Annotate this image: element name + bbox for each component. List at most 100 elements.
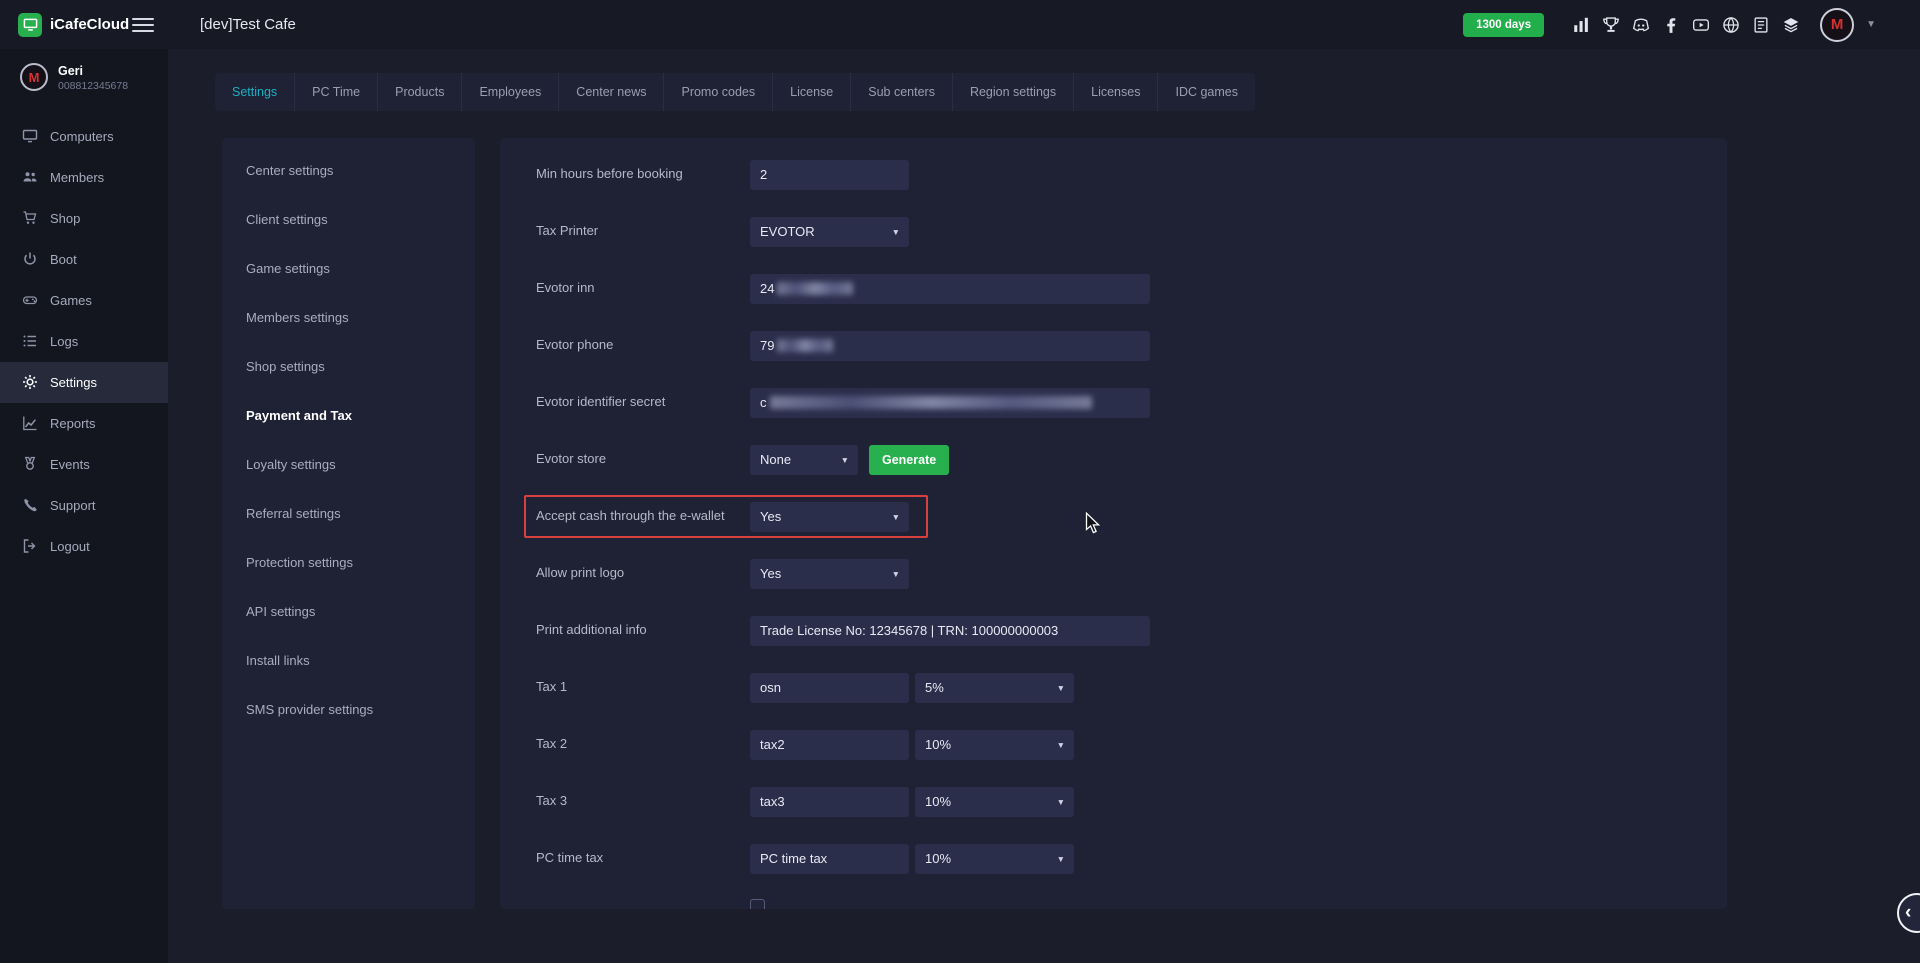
tab-sub-centers[interactable]: Sub centers <box>851 73 953 111</box>
account-avatar[interactable]: M <box>1820 8 1854 42</box>
tab-idc-games[interactable]: IDC games <box>1158 73 1255 111</box>
tab-region-settings[interactable]: Region settings <box>953 73 1074 111</box>
tax-3-input[interactable] <box>750 787 909 817</box>
trophy-icon[interactable] <box>1602 16 1620 34</box>
settings-nav-shop-settings[interactable]: Shop settings <box>222 342 475 391</box>
chevron-down-icon: ▼ <box>1057 740 1065 750</box>
pos-icon[interactable] <box>1752 16 1770 34</box>
settings-nav-install-links[interactable]: Install links <box>222 636 475 685</box>
sidebar-item-label: Settings <box>50 375 97 390</box>
field-label: Tax 1 <box>536 679 750 696</box>
settings-nav-referral-settings[interactable]: Referral settings <box>222 489 475 538</box>
sidebar-item-label: Shop <box>50 211 80 226</box>
user-block[interactable]: M Geri 008812345678 <box>0 49 168 102</box>
field-label: Allow print logo <box>536 565 750 582</box>
sidebar-item-logs[interactable]: Logs <box>0 321 168 362</box>
sidebar-item-shop[interactable]: Shop <box>0 198 168 239</box>
checkbox-partial[interactable] <box>750 899 765 909</box>
evotor-inn-input[interactable]: 24 <box>750 274 1150 304</box>
evotor-identifier-secret-input[interactable]: c <box>750 388 1150 418</box>
form-row-tax-1: Tax 1 5%▼ <box>500 659 1727 716</box>
visible-prefix: 24 <box>760 281 774 296</box>
field-label: Tax Printer <box>536 223 750 240</box>
form-row-pc-time-tax: PC time tax10%▼ <box>500 830 1727 887</box>
field-label: Tax 3 <box>536 793 750 810</box>
members-icon <box>22 169 38 185</box>
visible-prefix: c <box>760 395 767 410</box>
sidebar-item-games[interactable]: Games <box>0 280 168 321</box>
tab-license[interactable]: License <box>773 73 851 111</box>
selected-value: 10% <box>925 794 951 809</box>
settings-nav-client-settings[interactable]: Client settings <box>222 195 475 244</box>
sidebar-item-events[interactable]: Events <box>0 444 168 485</box>
tax-1-input[interactable] <box>750 673 909 703</box>
settings-nav-panel: Center settingsClient settingsGame setti… <box>222 138 475 909</box>
license-days-badge[interactable]: 1300 days <box>1463 13 1544 37</box>
tax-2-input[interactable] <box>750 730 909 760</box>
sidebar-item-label: Games <box>50 293 92 308</box>
form-row-evotor-store: Evotor storeNone▼Generate <box>500 431 1727 488</box>
chevron-down-icon: ▼ <box>841 455 849 465</box>
sidebar-item-settings[interactable]: Settings <box>0 362 168 403</box>
settings-nav-payment-and-tax[interactable]: Payment and Tax <box>222 391 475 440</box>
tab-settings[interactable]: Settings <box>215 73 295 111</box>
min-hours-before-booking-input[interactable] <box>750 160 909 190</box>
sidebar-nav: Computers Members Shop Boot Games Logs Setting… <box>0 116 168 567</box>
payment-tax-form: Min hours before bookingTax PrinterEVOTO… <box>500 138 1727 909</box>
settings-nav-loyalty-settings[interactable]: Loyalty settings <box>222 440 475 489</box>
reports-icon <box>22 415 38 431</box>
youtube-icon[interactable] <box>1692 16 1710 34</box>
settings-nav-game-settings[interactable]: Game settings <box>222 244 475 293</box>
tab-products[interactable]: Products <box>378 73 462 111</box>
generate-button[interactable]: Generate <box>869 445 949 475</box>
tax-3-select[interactable]: 10%▼ <box>915 787 1074 817</box>
form-row-evotor-phone: Evotor phone79 <box>500 317 1727 374</box>
logs-icon <box>22 333 38 349</box>
settings-nav-protection-settings[interactable]: Protection settings <box>222 538 475 587</box>
allow-print-logo-select[interactable]: Yes▼ <box>750 559 909 589</box>
tab-center-news[interactable]: Center news <box>559 73 664 111</box>
tax-2-select[interactable]: 10%▼ <box>915 730 1074 760</box>
print-additional-info-input[interactable] <box>750 616 1150 646</box>
sidebar-item-reports[interactable]: Reports <box>0 403 168 444</box>
accept-cash-through-the-e-wallet-select[interactable]: Yes▼ <box>750 502 909 532</box>
selected-value: 5% <box>925 680 944 695</box>
tab-licenses[interactable]: Licenses <box>1074 73 1158 111</box>
settings-nav-sms-provider-settings[interactable]: SMS provider settings <box>222 685 475 734</box>
settings-nav-center-settings[interactable]: Center settings <box>222 146 475 195</box>
pc-time-tax-input[interactable] <box>750 844 909 874</box>
tabs-bar: SettingsPC TimeProductsEmployeesCenter n… <box>215 73 1255 111</box>
sidebar-item-label: Members <box>50 170 104 185</box>
facebook-icon[interactable] <box>1662 16 1680 34</box>
settings-nav-members-settings[interactable]: Members settings <box>222 293 475 342</box>
sidebar-item-label: Computers <box>50 129 114 144</box>
visible-prefix: 79 <box>760 338 774 353</box>
pc-time-tax-select[interactable]: 10%▼ <box>915 844 1074 874</box>
settings-nav-api-settings[interactable]: API settings <box>222 587 475 636</box>
games-icon <box>22 292 38 308</box>
field-label: Tax 2 <box>536 736 750 753</box>
layers-icon[interactable] <box>1782 16 1800 34</box>
chevron-left-icon: ‹ <box>1905 902 1911 924</box>
evotor-store-select[interactable]: None▼ <box>750 445 858 475</box>
sidebar-item-logout[interactable]: Logout <box>0 526 168 567</box>
sidebar-item-members[interactable]: Members <box>0 157 168 198</box>
boot-icon <box>22 251 38 267</box>
stats-icon[interactable] <box>1572 16 1590 34</box>
sidebar-item-support[interactable]: Support <box>0 485 168 526</box>
tab-employees[interactable]: Employees <box>462 73 559 111</box>
tab-pc-time[interactable]: PC Time <box>295 73 378 111</box>
form-row-tax-3: Tax 3 10%▼ <box>500 773 1727 830</box>
tax-printer-select[interactable]: EVOTOR▼ <box>750 217 909 247</box>
sidebar-item-boot[interactable]: Boot <box>0 239 168 280</box>
brand[interactable]: iCafeCloud <box>0 13 132 37</box>
account-chevron-down-icon[interactable]: ▼ <box>1866 19 1876 30</box>
events-icon <box>22 456 38 472</box>
sidebar-item-computers[interactable]: Computers <box>0 116 168 157</box>
globe-icon[interactable] <box>1722 16 1740 34</box>
menu-icon[interactable] <box>132 16 154 34</box>
evotor-phone-input[interactable]: 79 <box>750 331 1150 361</box>
tab-promo-codes[interactable]: Promo codes <box>664 73 773 111</box>
discord-icon[interactable] <box>1632 16 1650 34</box>
tax-1-select[interactable]: 5%▼ <box>915 673 1074 703</box>
